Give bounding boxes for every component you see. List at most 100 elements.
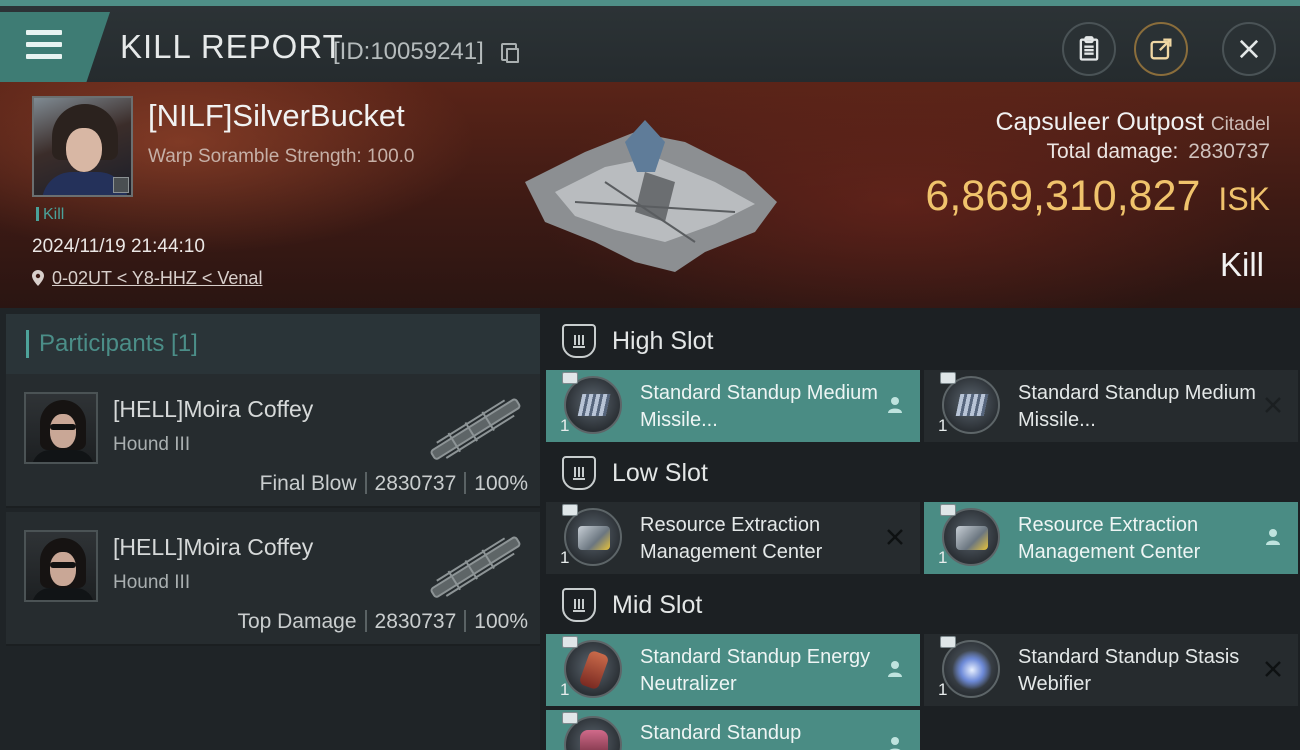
clipboard-icon — [1079, 36, 1099, 61]
info-icon — [113, 177, 129, 193]
total-damage: Total damage: 2830737 — [1046, 140, 1270, 164]
fitted-person-icon — [884, 394, 906, 416]
participants-panel: Participants [1] [HELL]Moira Coffey Houn… — [0, 308, 540, 750]
warp-scramble-strength: Warp Soramble Strength: 100.0 — [148, 146, 415, 167]
participant-ship: Hound III — [113, 572, 191, 593]
mid-slot-icon — [562, 588, 596, 622]
resource-extraction-icon — [942, 508, 1000, 566]
location-pin-icon — [32, 270, 44, 286]
fitted-person-icon — [884, 658, 906, 680]
target-name: Capsuleer Outpost Citadel — [995, 108, 1270, 137]
copy-icon[interactable] — [501, 43, 519, 63]
module-slot[interactable]: 1 Standard Standup Energy Neutralizer — [546, 634, 920, 706]
isk-value: 6,869,310,827 ISK — [925, 172, 1270, 221]
module-quantity: 1 — [938, 416, 948, 435]
page-title: KILL REPORT — [120, 28, 344, 65]
menu-button[interactable] — [0, 12, 110, 84]
missile-launcher-icon — [942, 376, 1000, 434]
fitting-panel: High Slot 1 Standard Standup Medium Miss… — [540, 308, 1300, 750]
high-slot-label: High Slot — [612, 326, 714, 355]
participant-avatar[interactable] — [24, 392, 98, 464]
fitted-person-icon — [1262, 526, 1284, 548]
high-slot-header: High Slot — [540, 310, 1300, 372]
share-icon — [1150, 38, 1172, 60]
low-slot-icon — [562, 456, 596, 490]
module-name: Standard Standup Medium Missile... — [640, 382, 878, 431]
menu-icon — [26, 30, 62, 66]
participant-percent: 100% — [474, 610, 528, 633]
module-name: Resource Extraction Management Center — [640, 514, 823, 563]
participant-row[interactable]: [HELL]Moira Coffey Hound III Top Damage 2… — [6, 512, 540, 646]
target-class: Citadel — [1210, 114, 1270, 135]
module-slot[interactable]: 1 Resource Extraction Management Center — [546, 502, 920, 574]
participant-stats: Final Blow 2830737 100% — [260, 472, 528, 496]
report-id: [ID:10059241] — [333, 38, 484, 65]
mid-slot-label: Mid Slot — [612, 590, 703, 619]
participants-title: Participants [1] — [39, 330, 198, 357]
missile-launcher-icon — [564, 376, 622, 434]
module-meta-badge — [562, 372, 578, 384]
destroyed-x-icon — [884, 526, 906, 548]
module-meta-badge — [940, 372, 956, 384]
module-quantity: 1 — [560, 680, 570, 699]
low-slot-label: Low Slot — [612, 458, 708, 487]
kill-tag: Kill — [36, 206, 64, 224]
module-meta-badge — [940, 504, 956, 516]
module-name: Standard Standup Medium Missile... — [1018, 382, 1256, 431]
kill-banner: [NILF]SilverBucket Warp Soramble Strengt… — [0, 82, 1300, 308]
participants-header[interactable]: Participants [1] — [6, 314, 540, 374]
close-button[interactable] — [1222, 22, 1276, 76]
close-icon — [1239, 39, 1259, 59]
isk-amount: 6,869,310,827 — [925, 172, 1201, 220]
module-quantity: 1 — [560, 416, 570, 435]
victim-avatar[interactable] — [32, 96, 133, 197]
citadel-structure-image — [525, 120, 777, 272]
participant-percent: 100% — [474, 472, 528, 495]
stasis-webifier-icon — [942, 640, 1000, 698]
participant-avatar[interactable] — [24, 530, 98, 602]
share-button[interactable] — [1134, 22, 1188, 76]
participant-stats: Top Damage 2830737 100% — [237, 610, 528, 634]
destroyed-x-icon — [1262, 394, 1284, 416]
resource-extraction-icon — [564, 508, 622, 566]
module-meta-badge — [562, 712, 578, 724]
energy-neutralizer-icon — [564, 640, 622, 698]
participant-damage: 2830737 — [374, 610, 457, 633]
participant-damage: 2830737 — [374, 472, 457, 495]
module-name: Standard Standup — [640, 722, 802, 744]
participant-role: Top Damage — [237, 610, 357, 633]
module-name: Resource Extraction Management Center — [1018, 514, 1201, 563]
module-quantity: 1 — [938, 680, 948, 699]
module-quantity: 1 — [560, 548, 570, 567]
module-slot[interactable]: 1 Standard Standup Medium Missile... — [924, 370, 1298, 442]
victim-name[interactable]: [NILF]SilverBucket — [148, 98, 405, 134]
module-meta-badge — [940, 636, 956, 648]
participant-row[interactable]: [HELL]Moira Coffey Hound III Final Blow 2… — [6, 374, 540, 508]
module-slot[interactable]: 1 Standard Standup Stasis Webifier — [924, 634, 1298, 706]
result-label: Kill — [1219, 246, 1264, 283]
clipboard-button[interactable] — [1062, 22, 1116, 76]
low-slot-header: Low Slot — [540, 442, 1300, 504]
total-damage-label: Total damage: — [1046, 140, 1179, 163]
participant-role: Final Blow — [259, 472, 357, 495]
high-slot-icon — [562, 324, 596, 358]
module-name: Standard Standup Energy Neutralizer — [640, 646, 871, 695]
kill-timestamp: 2024/11/19 21:44:10 — [32, 236, 205, 257]
module-slot[interactable]: 1 Standard Standup Medium Missile... — [546, 370, 920, 442]
header-bar: KILL REPORT [ID:10059241] — [0, 0, 1300, 84]
module-meta-badge — [562, 504, 578, 516]
hound-ship-icon — [430, 536, 521, 598]
module-slot[interactable]: 1 Standard Standup — [546, 710, 920, 750]
location-text: 0-02UT < Y8-HHZ < Venal — [52, 268, 263, 288]
module-meta-badge — [562, 636, 578, 648]
target-structure-name: Capsuleer Outpost — [995, 108, 1204, 136]
hound-ship-icon — [430, 398, 521, 460]
module-slot[interactable]: 1 Resource Extraction Management Center — [924, 502, 1298, 574]
destroyed-x-icon — [1262, 658, 1284, 680]
participant-name: [HELL]Moira Coffey — [113, 534, 314, 560]
mid-slot-header: Mid Slot — [540, 574, 1300, 636]
participant-ship: Hound III — [113, 434, 191, 455]
location-link[interactable]: 0-02UT < Y8-HHZ < Venal — [32, 268, 262, 289]
module-quantity: 1 — [938, 548, 948, 567]
participant-name: [HELL]Moira Coffey — [113, 396, 314, 422]
